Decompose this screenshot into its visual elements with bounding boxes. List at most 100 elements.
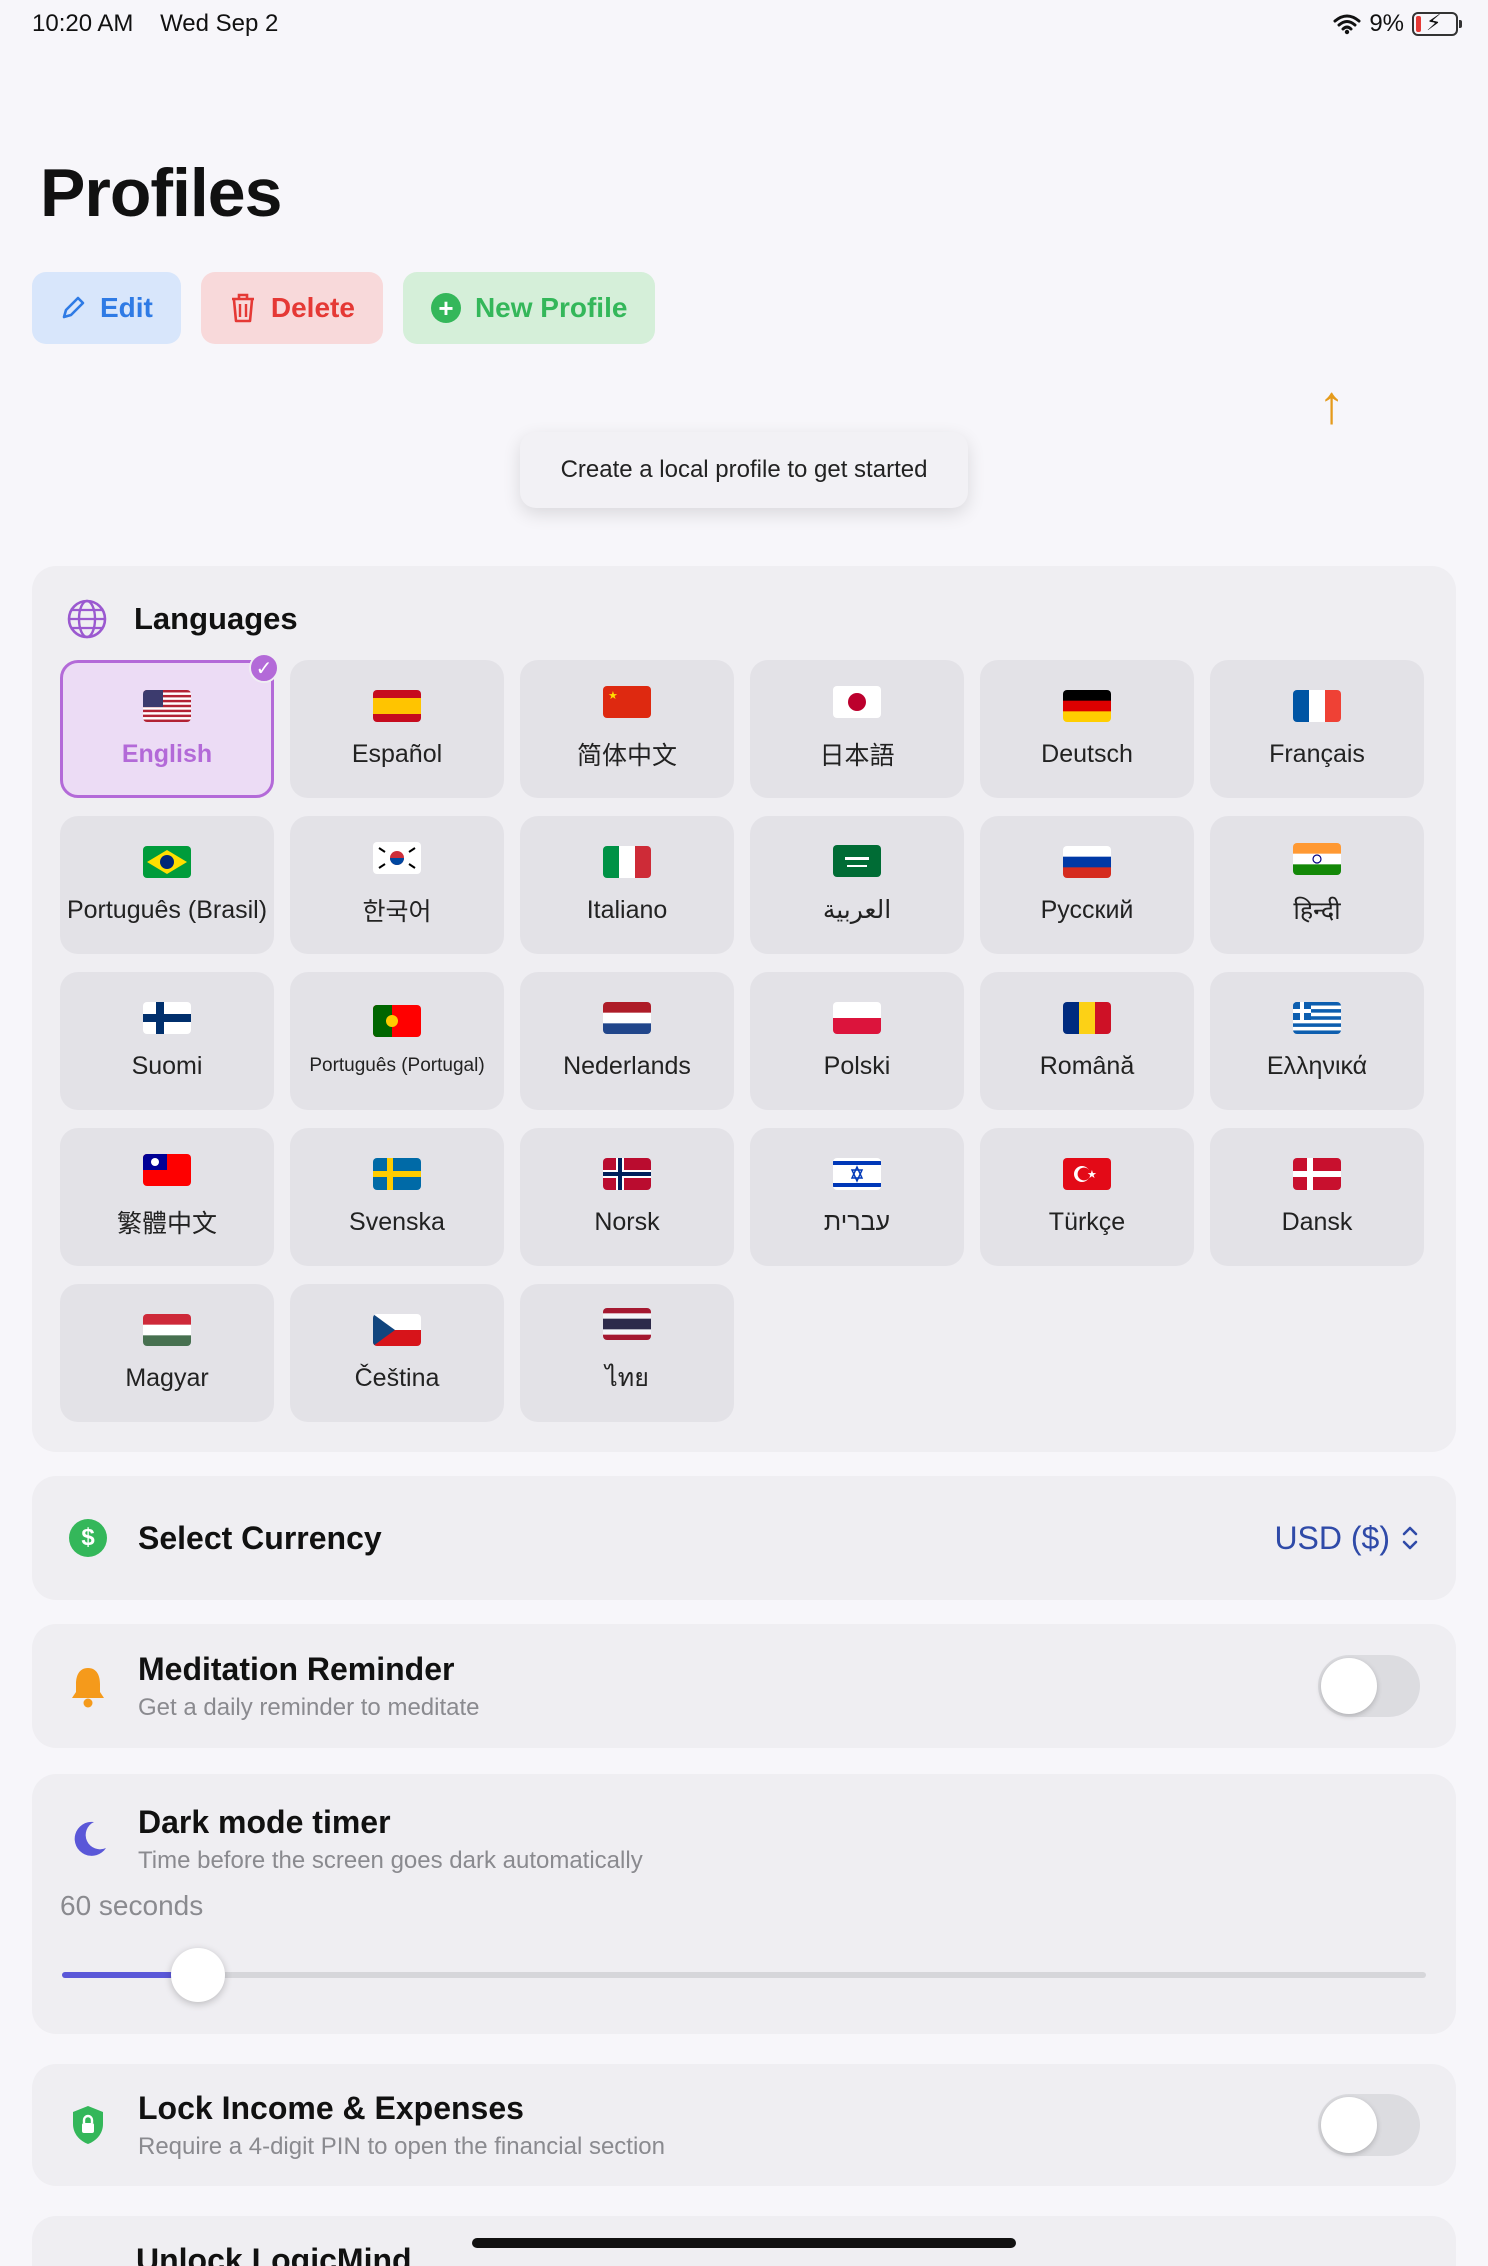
language-option[interactable]: Norsk [520,1128,734,1266]
language-option[interactable]: ★ Türkçe [980,1128,1194,1266]
lock-subtitle: Require a 4-digit PIN to open the financ… [138,2132,665,2160]
status-time: 10:20 AM [32,10,134,37]
delete-label: Delete [270,292,355,323]
flag-hu-icon [143,1313,191,1346]
bell-icon [72,1668,104,1708]
flag-cn-icon: ★ [603,686,651,718]
dollar-icon: $ [69,1519,107,1557]
language-option[interactable]: Deutsch [980,660,1194,798]
language-option[interactable]: Français [1210,660,1424,798]
language-label: 简体中文 [576,742,677,770]
language-label: 日本語 [819,742,895,770]
action-row: Edit Delete + New Profile [32,272,656,344]
dark-mode-title: Dark mode timer [138,1804,391,1840]
new-profile-button[interactable]: + New Profile [402,272,656,344]
language-label: Nederlands [563,1051,691,1080]
language-option[interactable]: Русский [980,816,1194,954]
language-label: Polski [823,1051,891,1080]
language-option[interactable]: Polski [750,972,964,1110]
language-option[interactable]: ไทย [520,1284,734,1422]
moon-icon [74,1821,106,1856]
meditation-toggle[interactable] [1318,1655,1420,1717]
flag-ro-icon [1063,1001,1111,1034]
flag-gr-icon [1293,1001,1341,1034]
language-option[interactable]: 繁體中文 [60,1128,274,1266]
language-option[interactable]: Español [290,660,504,798]
flag-th-icon [603,1308,651,1340]
language-label: English [121,739,213,768]
language-label: Deutsch [1041,739,1133,768]
checkmark-icon: ✓ [249,653,279,683]
meditation-reminder-row: Meditation Reminder Get a daily reminder… [32,1624,1456,1748]
globe-icon [67,599,107,639]
flag-nl-icon [603,1001,651,1034]
languages-card: Languages English ✓ Español ★ 简体中文 日本語 Deutsch… [32,566,1456,1452]
language-option[interactable]: English ✓ [60,653,279,798]
status-bar: 10:20 AM Wed Sep 2 9% ⚡ [0,0,1488,48]
new-profile-label: New Profile [474,292,628,323]
flag-no-icon [603,1157,651,1190]
plus-circle-icon: + [430,293,461,323]
timer-slider[interactable] [62,1948,1426,2002]
language-option[interactable]: Magyar [60,1284,274,1422]
home-indicator [472,2238,1016,2248]
flag-br-icon [143,845,191,878]
language-option[interactable]: Italiano [520,816,734,954]
delete-button[interactable]: Delete [200,272,383,344]
language-option[interactable]: Suomi [60,972,274,1110]
svg-text:★: ★ [1087,1169,1097,1181]
lock-title: Lock Income & Expenses [138,2089,524,2126]
language-label: Português (Brasil) [66,895,268,924]
pencil-icon [62,296,85,319]
flag-il-icon [833,1157,881,1190]
lock-income-row: Lock Income & Expenses Require a 4-digit… [32,2064,1456,2186]
currency-row[interactable]: $ Select Currency USD ($) [32,1476,1456,1600]
language-label: Português (Portugal) [309,1055,485,1076]
language-option[interactable]: Português (Portugal) [290,972,504,1110]
language-label: Русский [1040,895,1134,924]
language-option[interactable]: العربية [750,816,964,954]
arrow-up-icon: ↑ [1318,375,1345,435]
slider-knob[interactable] [171,1948,226,2002]
flag-dk-icon [1293,1157,1341,1190]
language-option[interactable]: हिन्दी [1210,816,1424,954]
flag-jp-icon [833,686,881,718]
flag-cz-icon [373,1313,421,1346]
language-option[interactable]: Svenska [290,1128,504,1266]
language-option[interactable]: Dansk [1210,1128,1424,1266]
onboarding-tooltip: Create a local profile to get started [520,432,968,508]
lock-toggle[interactable] [1318,2094,1420,2156]
flag-in-icon [1293,843,1341,875]
meditation-subtitle: Get a daily reminder to meditate [138,1693,480,1721]
unlock-title: Unlock LogicMind [136,2242,412,2266]
language-option[interactable]: 日本語 [750,660,964,798]
languages-title: Languages [134,601,298,636]
currency-picker[interactable]: USD ($) [1274,1520,1420,1557]
flag-ru-icon [1063,845,1111,878]
language-option[interactable]: Ελληνικά [1210,972,1424,1110]
language-label: Čeština [354,1363,440,1392]
language-label: Italiano [586,895,668,924]
language-label: 繁體中文 [116,1210,217,1238]
dark-mode-subtitle: Time before the screen goes dark automat… [138,1847,643,1874]
trash-icon [231,293,254,323]
edit-button[interactable]: Edit [32,272,181,344]
wifi-icon [1333,14,1361,35]
status-right: 9% ⚡ [1333,10,1462,38]
currency-value: USD ($) [1274,1519,1390,1556]
language-option[interactable]: ★ 简体中文 [520,660,734,798]
language-option[interactable]: 한국어 [290,816,504,954]
language-option[interactable]: Čeština [290,1284,504,1422]
language-option[interactable]: Română [980,972,1194,1110]
language-option[interactable]: Português (Brasil) [60,816,274,954]
language-label: हिन्दी [1293,897,1341,925]
meditation-title: Meditation Reminder [138,1650,455,1687]
flag-tw-icon [143,1154,191,1186]
language-option[interactable]: עברית [750,1128,964,1266]
language-option[interactable]: Nederlands [520,972,734,1110]
timer-value-label: 60 seconds [60,1890,204,1921]
flag-sa-icon [833,845,881,877]
dark-mode-timer-row: Dark mode timer Time before the screen g… [32,1774,1456,2034]
flag-kr-icon [373,842,421,874]
language-label: עברית [823,1207,891,1236]
